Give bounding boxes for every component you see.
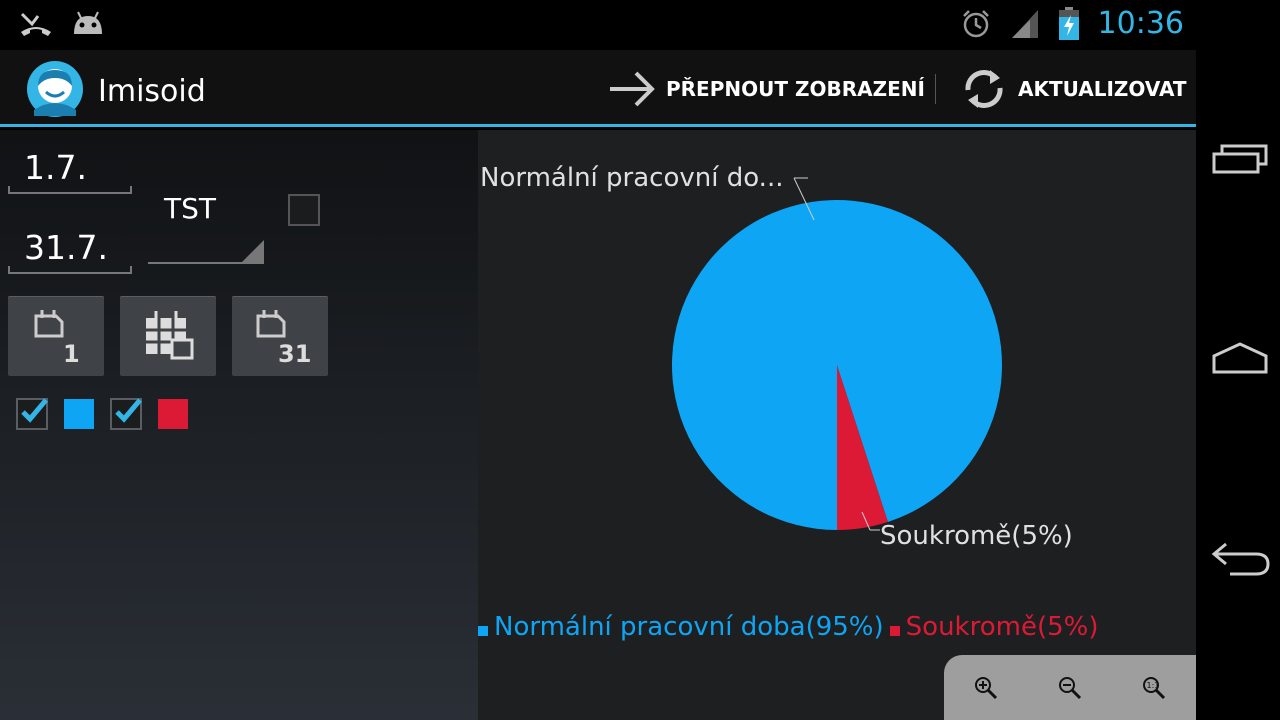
calendar-day-icon: 1	[34, 310, 80, 368]
series-checkbox-2[interactable]	[110, 398, 142, 430]
zoom-reset-button[interactable]: 1:1	[1134, 668, 1174, 708]
zoom-in-icon	[975, 676, 998, 699]
legend-item-private: Soukromě(5%)	[889, 612, 1099, 642]
zoom-out-icon	[1059, 676, 1082, 699]
last-day-label: 31	[278, 340, 311, 368]
last-day-button[interactable]: 31	[232, 296, 328, 376]
tst-label: TST	[164, 192, 216, 225]
refresh-label: AKTUALIZOVAT	[1018, 76, 1187, 101]
zoom-controls: 1:1	[944, 655, 1196, 720]
legend-label-private: Soukromě(5%)	[905, 612, 1099, 642]
calendar-last-day-icon: 31	[256, 310, 311, 368]
app-screen: 10:36 Imisoid PŘEPNOUT ZOBRAZENÍ AKTUALI…	[0, 0, 1196, 720]
refresh-icon	[965, 69, 1003, 108]
first-day-button[interactable]: 1	[8, 296, 104, 376]
missed-call-icon	[20, 12, 51, 36]
switch-view-button[interactable]: PŘEPNOUT ZOBRAZENÍ	[608, 50, 925, 127]
zoom-out-button[interactable]	[1050, 668, 1090, 708]
legend-swatch-private	[889, 626, 900, 636]
refresh-button[interactable]: AKTUALIZOVAT	[960, 50, 1187, 127]
zoom-reset-icon: 1:1	[1143, 676, 1166, 699]
legend-item-normal: Normální pracovní doba(95%)	[478, 612, 884, 642]
slice-label-normal: Normální pracovní do...	[480, 163, 783, 193]
series-checkbox-1[interactable]	[16, 398, 48, 430]
check-icon	[115, 398, 142, 423]
home-button[interactable]	[1210, 334, 1270, 384]
switch-view-label: PŘEPNOUT ZOBRAZENÍ	[666, 76, 925, 101]
legend-label-normal: Normální pracovní doba(95%)	[494, 612, 884, 642]
arrow-right-icon	[610, 71, 655, 106]
series-color-swatch-2	[158, 399, 188, 429]
tst-spinner[interactable]	[148, 238, 264, 264]
date-to-field[interactable]: 31.7.	[8, 228, 132, 274]
android-icon	[74, 11, 102, 34]
tst-checkbox[interactable]	[288, 194, 320, 226]
zoom-in-button[interactable]	[966, 668, 1006, 708]
chart-legend: Normální pracovní doba(95%) Soukromě(5%)	[478, 612, 1105, 642]
filter-panel: 1.7. 31.7. TST 1 31	[0, 130, 478, 720]
pie-slice-normal	[672, 199, 1002, 530]
app-logo-icon[interactable]	[26, 60, 84, 118]
series-toggle-2	[110, 398, 188, 430]
status-bar: 10:36	[0, 0, 1196, 50]
svg-text:1:1: 1:1	[1147, 681, 1160, 690]
slice-label-private: Soukromě(5%)	[880, 521, 1073, 551]
check-icon	[21, 398, 48, 423]
legend-swatch-normal	[478, 626, 488, 636]
battery-charging-icon	[1058, 6, 1079, 40]
date-from-field[interactable]: 1.7.	[8, 148, 132, 194]
clock: 10:36	[1097, 6, 1184, 41]
calendar-month-icon	[146, 311, 194, 360]
signal-icon	[1011, 9, 1038, 38]
back-icon	[1211, 542, 1270, 576]
pie-chart: Normální pracovní do... Soukromě(5%)	[480, 163, 1073, 551]
series-color-swatch-1	[64, 399, 94, 429]
recent-apps-icon	[1212, 144, 1268, 174]
back-button[interactable]	[1210, 532, 1270, 582]
first-day-label: 1	[63, 340, 80, 368]
chart-panel: Normální pracovní do... Soukromě(5%) Nor…	[478, 130, 1196, 720]
home-icon	[1212, 342, 1268, 374]
navigation-bar	[1196, 0, 1280, 720]
series-toggle-1	[16, 398, 94, 430]
action-bar: Imisoid PŘEPNOUT ZOBRAZENÍ AKTUALIZOVAT	[0, 50, 1196, 127]
action-divider	[935, 74, 936, 104]
month-button[interactable]	[120, 296, 216, 376]
app-title: Imisoid	[98, 74, 206, 109]
alarm-icon	[962, 9, 989, 37]
recent-apps-button[interactable]	[1210, 136, 1270, 186]
